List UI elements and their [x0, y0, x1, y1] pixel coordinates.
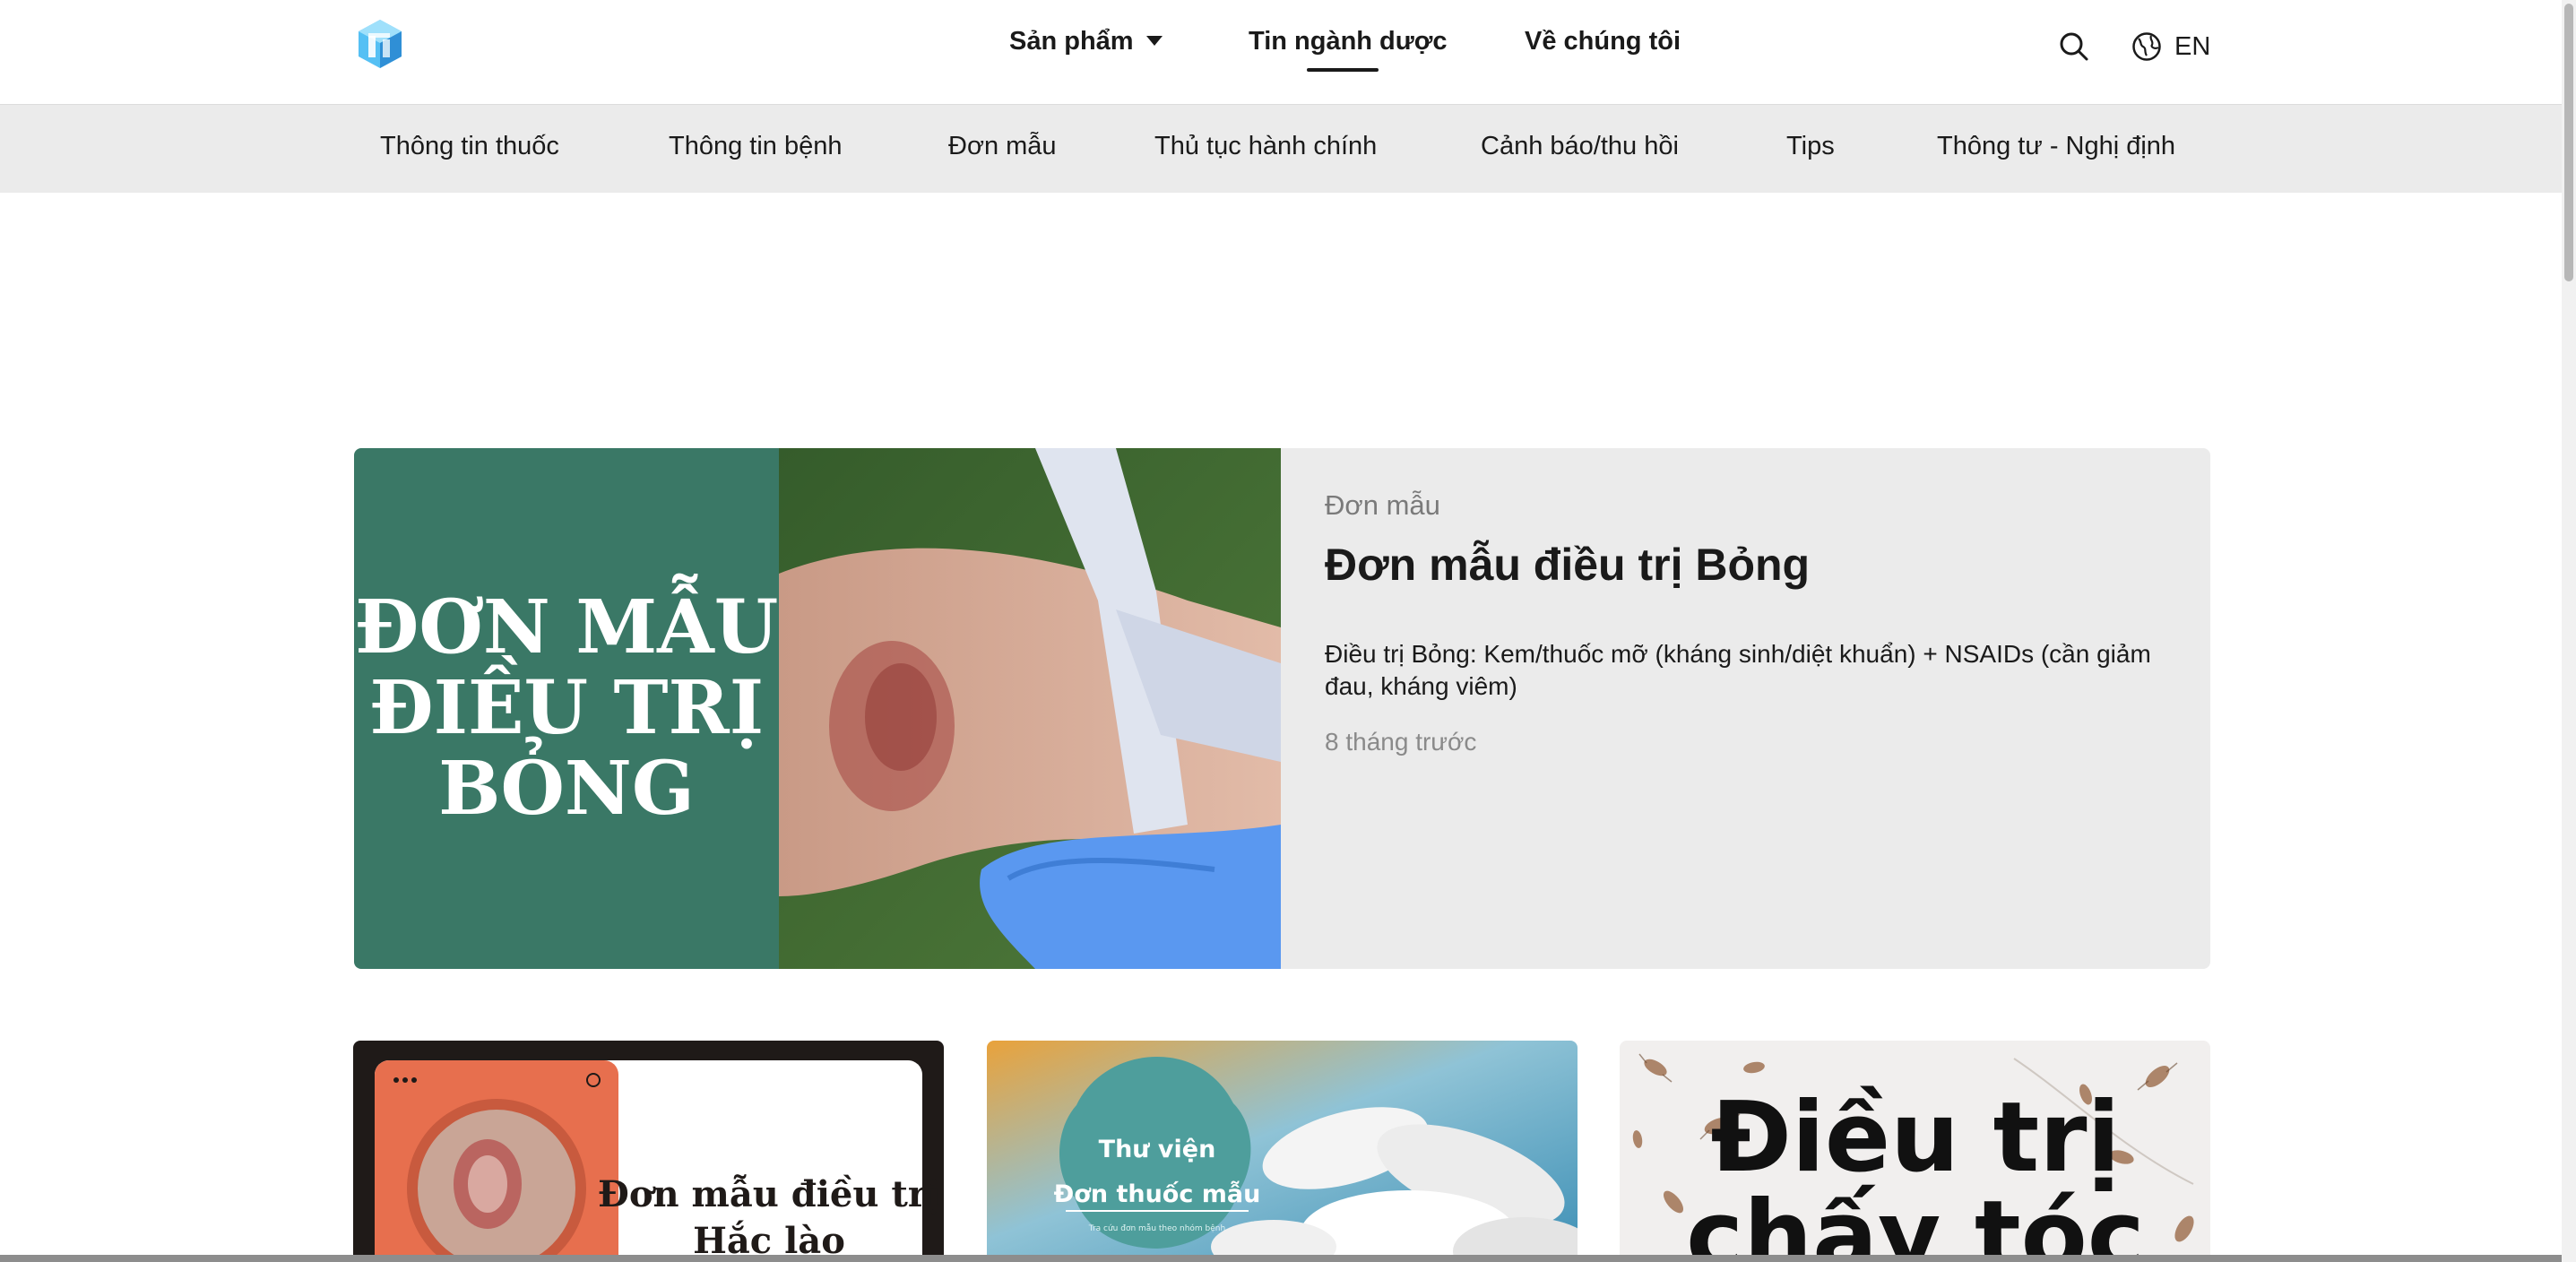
subnav-circulars-decrees[interactable]: Thông tư - Nghị định [1937, 132, 2175, 161]
subnav-disease-info[interactable]: Thông tin bệnh [669, 132, 842, 161]
nav-about-us-label: Về chúng tôi [1525, 27, 1681, 56]
nav-industry-news[interactable]: Tin ngành dược [1249, 27, 1448, 56]
subnav-warnings-recalls[interactable]: Cảnh báo/thu hồi [1481, 132, 1679, 161]
card-library-text-line1: Thư viện [1099, 1136, 1216, 1163]
top-header: Sản phẩm Tin ngành dược Về chúng tôi EN [0, 0, 2562, 104]
article-card-prescription-library[interactable]: Thư viện Đơn thuốc mẫu Tra cứu đơn mẫu t… [987, 1041, 1578, 1262]
article-card-ringworm-image: Đơn mẫu điều trị Hắc lào [353, 1041, 944, 1262]
nav-industry-news-label: Tin ngành dược [1249, 27, 1448, 56]
horizontal-scrollbar[interactable] [0, 1255, 2562, 1262]
featured-article-category[interactable]: Đơn mẫu [1325, 489, 2167, 522]
vertical-scrollbar-thumb[interactable] [2564, 4, 2573, 281]
subnav-drug-info[interactable]: Thông tin thuốc [380, 132, 559, 161]
caret-down-icon [1145, 35, 1163, 46]
subnav-tips[interactable]: Tips [1786, 132, 1835, 161]
nav-products-label: Sản phẩm [1009, 27, 1134, 56]
language-label: EN [2174, 31, 2211, 61]
featured-article-description: Điều trị Bỏng: Kem/thuốc mỡ (kháng sinh/… [1325, 639, 2151, 700]
featured-article-title[interactable]: Đơn mẫu điều trị Bỏng [1325, 540, 2167, 592]
featured-article-text: Đơn mẫu Đơn mẫu điều trị Bỏng Điều trị B… [1325, 489, 2167, 756]
featured-image-title-line1: ĐƠN MẪU [355, 573, 779, 670]
vertical-scrollbar[interactable] [2562, 0, 2576, 1262]
language-switcher[interactable]: EN [2131, 29, 2210, 65]
brand-logo[interactable] [355, 18, 405, 70]
globe-icon [2132, 32, 2161, 61]
card-lice-text-line1: Điều trị [1710, 1082, 2120, 1194]
article-card-ringworm[interactable]: Đơn mẫu điều trị Hắc lào [353, 1041, 944, 1262]
search-icon [2060, 32, 2088, 61]
card-library-text-line3: Tra cứu đơn mẫu theo nhóm bệnh [1088, 1223, 1225, 1233]
featured-image-title-line3: BỎNG [438, 736, 695, 832]
featured-article-image: ĐƠN MẪU ĐIỀU TRỊ BỎNG [354, 448, 1281, 969]
subnav-sample-prescriptions[interactable]: Đơn mẫu [948, 132, 1057, 161]
article-card-prescription-library-image: Thư viện Đơn thuốc mẫu Tra cứu đơn mẫu t… [987, 1041, 1578, 1262]
card-library-text-line2: Đơn thuốc mẫu [1054, 1180, 1261, 1208]
category-subnav: Thông tin thuốc Thông tin bệnh Đơn mẫu T… [0, 104, 2562, 193]
active-nav-underline [1307, 68, 1379, 72]
subnav-administrative-procedures[interactable]: Thủ tục hành chính [1154, 132, 1377, 161]
featured-article-card[interactable]: ĐƠN MẪU ĐIỀU TRỊ BỎNG Đơn mẫu Đơn mẫu đi… [354, 448, 2210, 969]
search-button[interactable] [2058, 30, 2090, 63]
nav-about-us[interactable]: Về chúng tôi [1525, 27, 1681, 56]
card-lice-text-line2: chấy tóc [1686, 1180, 2145, 1262]
article-card-head-lice[interactable]: Điều trị chấy tóc [1620, 1041, 2210, 1262]
featured-image-title-line2: ĐIỀU TRỊ [369, 655, 764, 751]
card-ringworm-text-line1: Đơn mẫu điều trị [598, 1173, 940, 1215]
nav-products[interactable]: Sản phẩm [1009, 27, 1163, 56]
article-card-head-lice-image: Điều trị chấy tóc [1620, 1041, 2210, 1262]
featured-article-time: 8 tháng trước [1325, 728, 1477, 756]
brand-cube-logo-icon [359, 20, 402, 68]
